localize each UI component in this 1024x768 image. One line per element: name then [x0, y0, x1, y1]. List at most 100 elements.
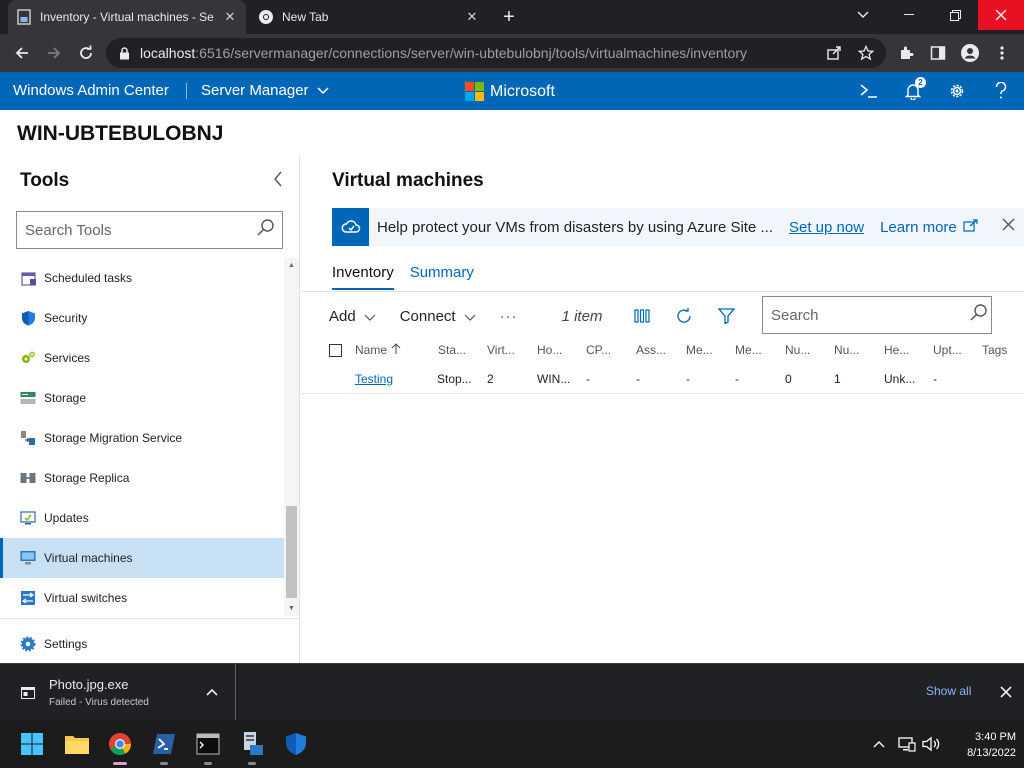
tool-item-settings[interactable]: Settings: [0, 624, 299, 664]
close-tab-icon[interactable]: ✕: [222, 9, 238, 25]
address-bar[interactable]: localhost:6516/servermanager/connections…: [106, 38, 886, 68]
vm-name-link[interactable]: Testing: [355, 364, 431, 393]
column-header-memory-2[interactable]: Me...: [735, 338, 777, 362]
calendar-icon: [20, 270, 36, 286]
back-icon[interactable]: [10, 41, 34, 65]
tools-title: Tools: [20, 170, 70, 191]
tool-item-security[interactable]: Security: [0, 298, 284, 338]
connect-button[interactable]: Connect: [400, 308, 476, 325]
column-header-memory[interactable]: Me...: [686, 338, 728, 362]
column-header-assigned[interactable]: Ass...: [636, 338, 678, 362]
file-explorer-icon[interactable]: [60, 727, 94, 761]
tool-item-scheduled-tasks[interactable]: Scheduled tasks: [0, 258, 284, 298]
clock-date: 8/13/2022: [967, 747, 1016, 759]
set-up-now-link[interactable]: Set up now: [789, 219, 864, 236]
server-manager-icon[interactable]: [235, 727, 269, 765]
column-header-host[interactable]: Ho...: [537, 338, 579, 362]
gear-icon[interactable]: [945, 79, 969, 103]
connect-label: Connect: [399, 307, 456, 325]
more-actions-button[interactable]: ···: [500, 308, 518, 325]
network-icon[interactable]: [895, 732, 919, 756]
chevron-up-icon[interactable]: [204, 684, 220, 700]
tab-summary[interactable]: Summary: [410, 264, 474, 290]
browser-menu-icon[interactable]: [990, 41, 1014, 65]
tab-inventory[interactable]: Inventory: [332, 264, 394, 290]
learn-more-label: Learn more: [880, 218, 957, 236]
tool-item-label: Storage Replica: [44, 471, 130, 485]
column-header-tags[interactable]: Tags: [982, 338, 1022, 362]
updates-icon: [20, 510, 36, 526]
item-count: 1 item: [561, 307, 603, 325]
windows-security-shield-icon[interactable]: [279, 727, 313, 761]
tab-inventory[interactable]: Inventory - Virtual machines - Se ✕: [8, 0, 246, 34]
search-icon[interactable]: [257, 219, 274, 241]
lock-icon[interactable]: [116, 46, 132, 60]
download-item[interactable]: Photo.jpg.exe Failed - Virus detected: [0, 664, 236, 721]
forward-icon[interactable]: [42, 41, 66, 65]
close-download-bar-icon[interactable]: [998, 684, 1014, 700]
column-header-state[interactable]: Sta...: [438, 338, 480, 362]
table-row[interactable]: Testing Stop... 2 WIN... - - - - 0 1 Unk…: [301, 364, 1024, 394]
tab-new-tab[interactable]: New Tab ✕: [250, 0, 488, 34]
tool-item-virtual-switches[interactable]: Virtual switches: [0, 578, 284, 616]
tab-search-icon[interactable]: [840, 0, 886, 30]
tool-item-updates[interactable]: Updates: [0, 498, 284, 538]
tool-item-virtual-machines[interactable]: Virtual machines: [0, 538, 284, 578]
app-header: Windows Admin Center Server Manager Micr…: [0, 72, 1024, 110]
column-header-cpu[interactable]: CP...: [586, 338, 628, 362]
column-header-name[interactable]: Name: [355, 338, 431, 362]
app-brand[interactable]: Windows Admin Center: [13, 72, 169, 110]
tool-item-services[interactable]: Services: [0, 338, 284, 378]
volume-icon[interactable]: [919, 732, 943, 756]
search-icon[interactable]: [970, 304, 987, 326]
add-button[interactable]: Add: [329, 308, 376, 325]
add-label: Add: [329, 307, 356, 325]
scroll-up-arrow-icon[interactable]: ▲: [284, 260, 299, 272]
profile-icon[interactable]: [958, 41, 982, 65]
minimize-button[interactable]: [886, 0, 932, 30]
extensions-icon[interactable]: [894, 41, 918, 65]
windows-start-icon[interactable]: [15, 727, 49, 761]
server-name-title: WIN-UBTEBULOBNJ: [17, 122, 224, 145]
tools-search-input[interactable]: [25, 221, 257, 239]
help-icon[interactable]: [989, 79, 1013, 103]
learn-more-link[interactable]: Learn more: [880, 219, 978, 236]
powershell-icon[interactable]: [857, 79, 881, 103]
cell-memory: -: [686, 371, 690, 386]
tool-item-storage-migration-service[interactable]: Storage Migration Service: [0, 418, 284, 458]
bookmark-star-icon[interactable]: [854, 38, 878, 68]
column-picker-icon[interactable]: [632, 306, 652, 326]
tool-item-storage-replica[interactable]: Storage Replica: [0, 458, 284, 498]
column-header-heartbeat[interactable]: He...: [884, 338, 926, 362]
chrome-icon[interactable]: [103, 727, 137, 765]
side-panel-icon[interactable]: [926, 41, 950, 65]
close-window-button[interactable]: [978, 0, 1024, 30]
collapse-pane-chevron-left-icon[interactable]: [270, 170, 286, 188]
scroll-down-arrow-icon[interactable]: ▼: [284, 603, 299, 615]
show-hidden-icons-chevron-up-icon[interactable]: [867, 732, 891, 756]
restore-button[interactable]: [932, 0, 978, 30]
column-header-number-2[interactable]: Nu...: [834, 338, 876, 362]
tool-item-storage[interactable]: Storage: [0, 378, 284, 418]
filter-icon[interactable]: [716, 306, 736, 326]
new-tab-button[interactable]: +: [498, 6, 520, 28]
server-manager-dropdown[interactable]: Server Manager: [201, 72, 329, 110]
command-prompt-icon[interactable]: [191, 727, 225, 765]
powershell-icon[interactable]: [147, 727, 181, 765]
share-icon[interactable]: [822, 38, 846, 68]
select-all-checkbox[interactable]: [329, 338, 345, 362]
column-header-uptime[interactable]: Upt...: [933, 338, 975, 362]
reload-icon[interactable]: [74, 41, 98, 65]
close-banner-icon[interactable]: [1002, 218, 1015, 236]
tools-scrollbar-thumb[interactable]: [286, 506, 297, 598]
column-header-number[interactable]: Nu...: [785, 338, 827, 362]
cloud-shield-icon: [332, 208, 369, 246]
system-clock[interactable]: 3:40 PM 8/13/2022: [946, 729, 1016, 761]
grid-search-input[interactable]: [771, 306, 970, 324]
notifications-bell-icon[interactable]: 2: [901, 77, 926, 103]
show-all-downloads-link[interactable]: Show all: [926, 684, 971, 698]
column-header-virtual[interactable]: Virt...: [487, 338, 529, 362]
close-tab-icon[interactable]: ✕: [464, 9, 480, 25]
refresh-icon[interactable]: [674, 306, 694, 326]
tool-item-label: Storage Migration Service: [44, 431, 183, 445]
